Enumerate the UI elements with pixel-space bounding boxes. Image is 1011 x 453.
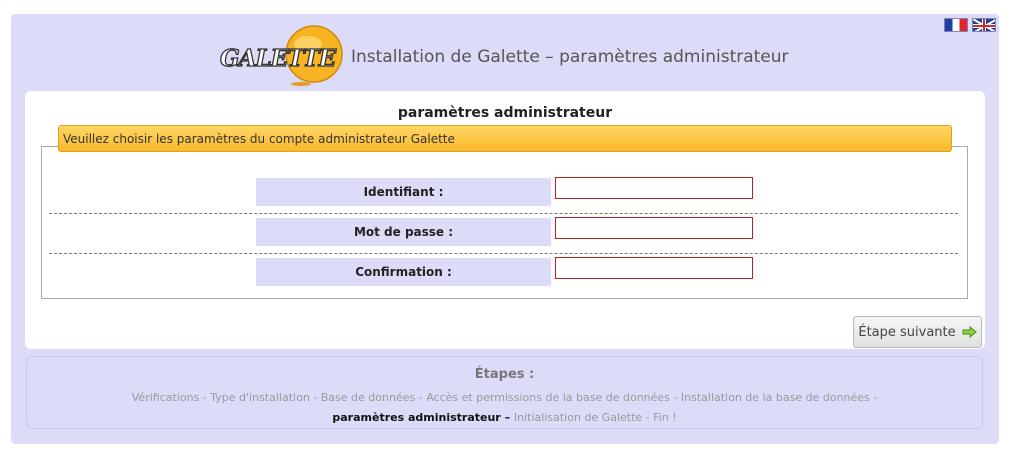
step-separator: - <box>869 391 878 404</box>
step-item: Fin ! <box>653 411 677 424</box>
french-flag-icon[interactable] <box>944 18 968 32</box>
step-separator: - <box>642 411 654 424</box>
confirmation-input[interactable] <box>555 257 753 279</box>
arrow-right-icon <box>962 326 977 338</box>
english-flag-icon[interactable] <box>972 18 996 32</box>
login-label: Identifiant : <box>256 178 551 206</box>
password-input[interactable] <box>555 217 753 239</box>
next-step-label: Étape suivante <box>858 324 956 340</box>
step-separator: - <box>309 391 321 404</box>
steps-list: Vérifications - Type d'installation - Ba… <box>27 388 982 428</box>
form-panel: paramètres administrateur Veuillez chois… <box>25 91 985 349</box>
step-separator: - <box>199 391 211 404</box>
form-row-confirmation: Confirmation : <box>49 253 958 293</box>
form-title: paramètres administrateur <box>397 105 613 121</box>
step-separator: - <box>669 391 681 404</box>
step-item: Accès et permissions de la base de donné… <box>426 391 670 404</box>
step-item: Type d'installation <box>210 391 310 404</box>
steps-panel: Étapes : Vérifications - Type d'installa… <box>26 356 983 429</box>
password-label: Mot de passe : <box>256 218 551 246</box>
step-item: paramètres administrateur <box>332 411 501 424</box>
steps-title: Étapes : <box>474 367 535 382</box>
form-row-password: Mot de passe : <box>49 213 958 254</box>
step-item: Initialisation de Galette <box>513 411 643 424</box>
step-separator: - <box>415 391 427 404</box>
language-switcher <box>944 18 996 32</box>
confirmation-label: Confirmation : <box>256 258 551 286</box>
svg-text:GALETTE: GALETTE <box>220 45 337 72</box>
login-input[interactable] <box>555 177 753 199</box>
fieldset-legend: Veuillez choisir les paramètres du compt… <box>58 125 952 152</box>
form-row-login: Identifiant : <box>49 173 958 214</box>
step-separator: – <box>500 411 514 424</box>
galette-logo: GALETTE <box>219 25 343 86</box>
step-item: Installation de la base de données <box>680 391 870 404</box>
next-step-button[interactable]: Étape suivante <box>853 316 982 348</box>
page-title: Installation de Galette – paramètres adm… <box>351 47 789 67</box>
page-container: GALETTE Installation de Galette – paramè… <box>11 14 999 444</box>
step-item: Vérifications <box>131 391 200 404</box>
step-item: Base de données <box>320 391 416 404</box>
